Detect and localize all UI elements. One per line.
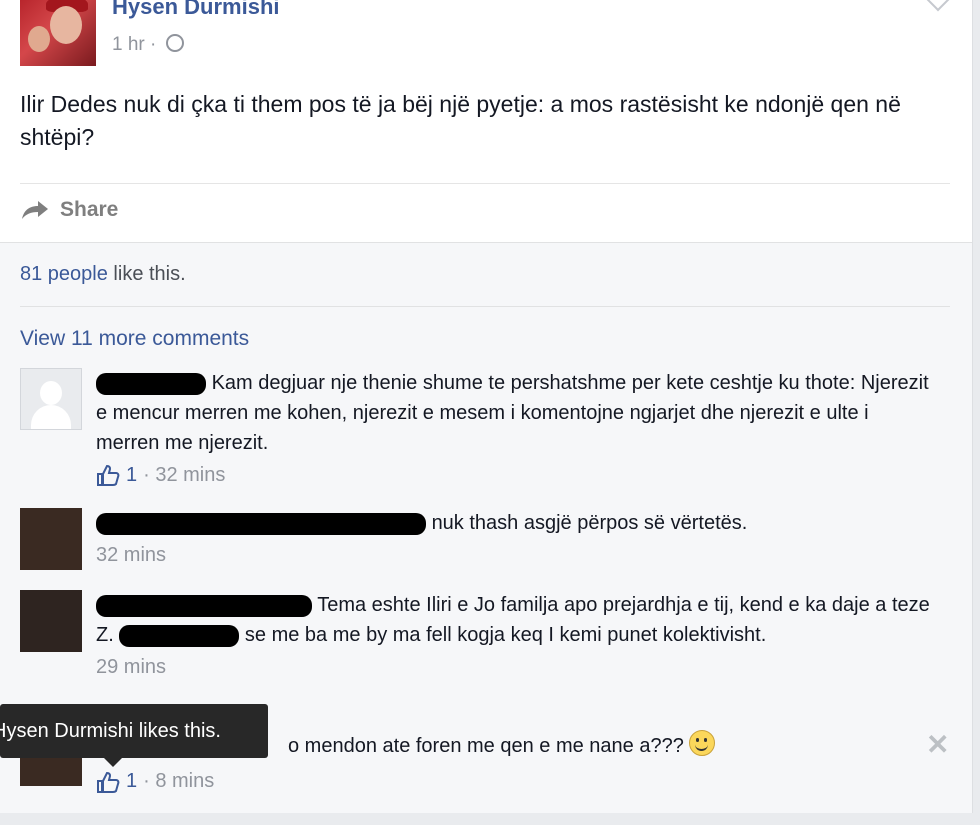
comment-text: Kam degjuar nje thenie shume te pershats… xyxy=(96,372,929,454)
comment-body: nuk thash asgjë përpos së vërtetës. 32 m… xyxy=(96,508,936,570)
thumbs-up-icon[interactable] xyxy=(96,464,120,486)
comment-meta: 29 mins xyxy=(96,652,936,682)
redacted-name xyxy=(119,624,240,647)
comment-like-count[interactable]: 1 xyxy=(126,460,137,490)
author-avatar[interactable] xyxy=(20,0,96,66)
comment-body: Tema eshte Iliri e Jo familja apo prejar… xyxy=(96,590,936,682)
post-card: Hysen Durmishi 1 hr · Ilir Dedes nuk di … xyxy=(0,0,973,813)
post-meta: 1 hr · xyxy=(112,34,184,56)
chevron-down-icon[interactable] xyxy=(926,0,950,12)
post-text: Ilir Dedes nuk di çka ti them pos të ja … xyxy=(20,91,901,150)
comment-body: o mendon ate foren me qen e me nane a??? xyxy=(288,730,888,761)
close-icon[interactable]: ✕ xyxy=(926,728,949,761)
divider xyxy=(20,306,950,307)
commenter-avatar[interactable] xyxy=(20,590,82,652)
share-button[interactable]: Share xyxy=(20,198,118,222)
likes-people-link[interactable]: 81 people xyxy=(20,263,108,285)
smiley-emoji-icon xyxy=(689,730,716,756)
tooltip-text: Hysen Durmishi likes this. xyxy=(0,720,221,742)
comment-meta: 1 · 32 mins xyxy=(96,460,936,490)
comment-time[interactable]: · 8 mins xyxy=(143,770,214,793)
comment-meta: 32 mins xyxy=(96,540,936,570)
post-author[interactable]: Hysen Durmishi xyxy=(112,0,280,20)
comment-time[interactable]: · 32 mins xyxy=(143,460,225,490)
thumbs-up-icon[interactable] xyxy=(96,771,120,793)
share-label: Share xyxy=(60,198,119,221)
comment-text: o mendon ate foren me qen e me nane a??? xyxy=(288,735,684,757)
divider xyxy=(20,183,950,184)
likes-suffix: like this. xyxy=(107,263,186,285)
post-time[interactable]: 1 hr · xyxy=(112,34,156,55)
comment-time[interactable]: 32 mins xyxy=(96,540,166,570)
redacted-name xyxy=(96,594,312,617)
comment-body: Kam degjuar nje thenie shume te pershats… xyxy=(96,368,936,490)
commenter-avatar[interactable] xyxy=(20,508,82,570)
comment-like-count[interactable]: 1 xyxy=(126,770,137,793)
comment-meta: 1 · 8 mins xyxy=(96,770,214,793)
globe-icon xyxy=(165,34,184,52)
view-more-comments-link[interactable]: View 11 more comments xyxy=(20,327,249,351)
comment-text: nuk thash asgjë përpos së vërtetës. xyxy=(431,512,748,534)
redacted-name xyxy=(96,372,206,395)
comment-text-part-2: se me ba me by ma fell kogja keq I kemi … xyxy=(244,624,767,646)
likes-tooltip: Hysen Durmishi likes this. xyxy=(0,704,268,758)
share-arrow-icon xyxy=(22,201,48,219)
default-avatar[interactable] xyxy=(20,368,82,430)
tooltip-arrow xyxy=(104,758,122,767)
likes-summary: 81 people like this. xyxy=(20,263,186,286)
comment-time[interactable]: 29 mins xyxy=(96,652,166,682)
redacted-name xyxy=(96,512,426,535)
